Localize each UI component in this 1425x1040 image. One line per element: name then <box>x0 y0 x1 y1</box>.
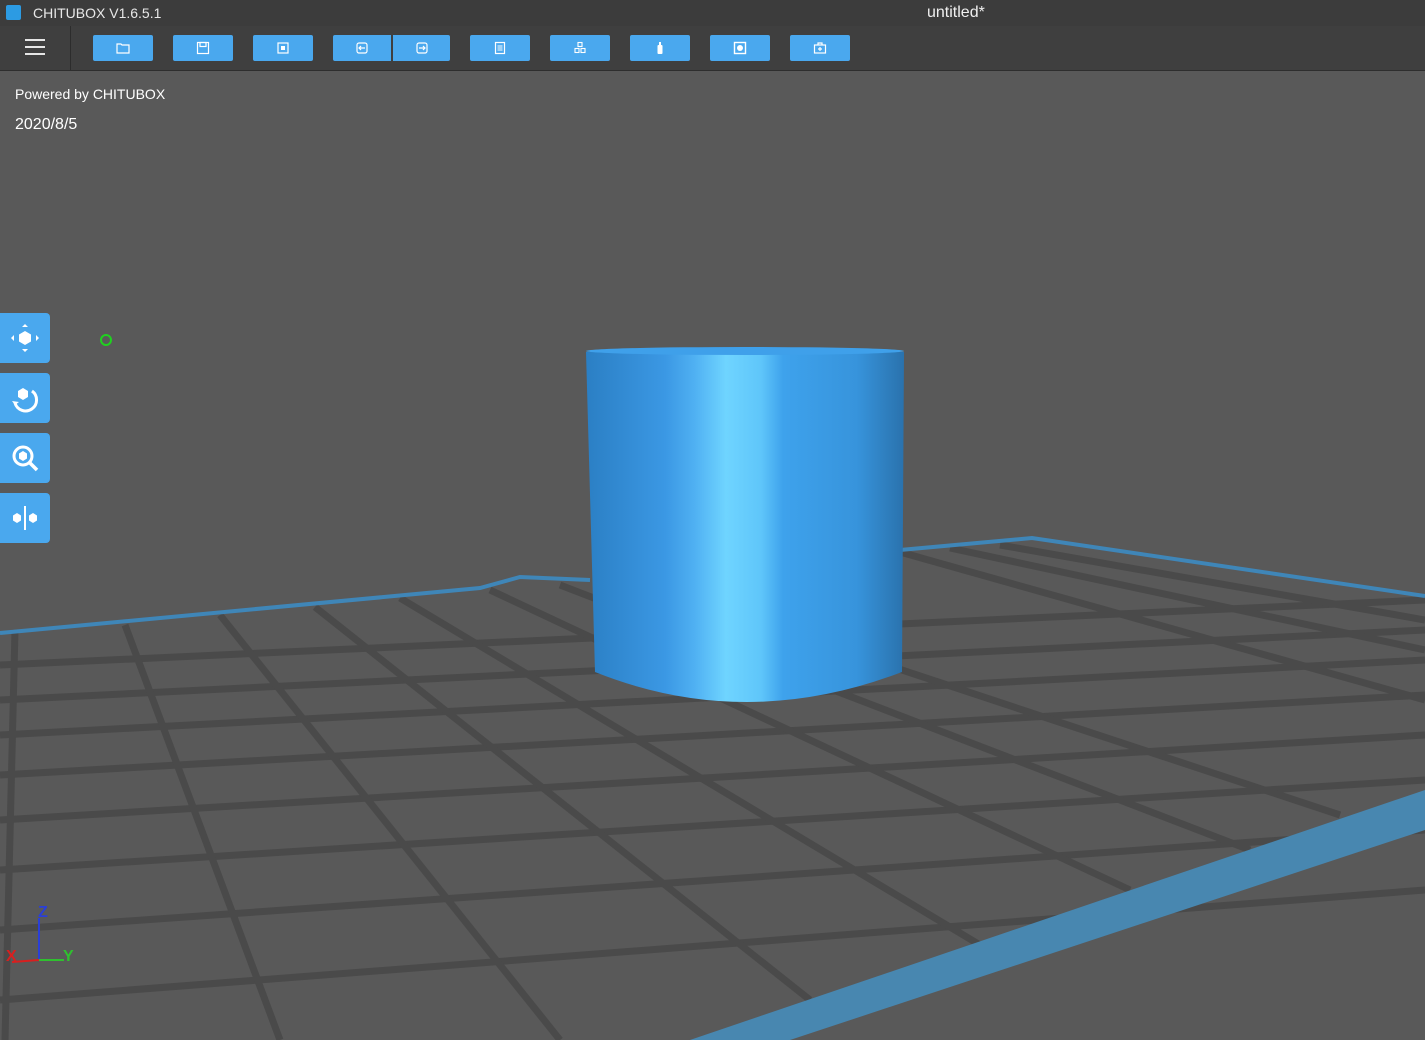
model-list-button[interactable] <box>470 35 530 61</box>
open-file-button[interactable] <box>93 35 153 61</box>
x-axis-label: X <box>6 948 17 965</box>
move-cube-icon <box>11 324 39 352</box>
y-axis-label: Y <box>63 948 74 965</box>
scale-tool-button[interactable] <box>0 433 50 483</box>
save-icon <box>196 41 210 55</box>
cubes-icon <box>574 41 586 54</box>
bottle-icon <box>657 42 663 54</box>
redo-button[interactable] <box>393 35 450 61</box>
zoom-cube-icon <box>12 445 39 472</box>
hollow-button[interactable] <box>710 35 770 61</box>
hollow-square-icon <box>733 41 747 55</box>
arrange-button[interactable] <box>550 35 610 61</box>
rotate-cube-icon <box>12 388 39 413</box>
cylinder-model <box>586 347 904 702</box>
date-label: 2020/8/5 <box>15 116 78 133</box>
hamburger-menu-icon[interactable] <box>0 26 71 70</box>
slice-button[interactable] <box>630 35 690 61</box>
3d-viewport[interactable] <box>0 71 1425 1040</box>
undo-button[interactable] <box>333 35 391 61</box>
document-title: untitled* <box>927 4 985 21</box>
screenshot-button[interactable] <box>253 35 313 61</box>
origin-marker-icon <box>100 334 112 346</box>
axis-indicator: Z Y X <box>0 900 90 980</box>
folder-icon <box>116 43 130 54</box>
title-bar: CHITUBOX V1.6.5.1 untitled* <box>0 0 1425 26</box>
rotate-tool-button[interactable] <box>0 373 50 423</box>
add-hole-button[interactable] <box>790 35 850 61</box>
mirror-tool-button[interactable] <box>0 493 50 543</box>
build-plate-scene <box>0 347 1425 1040</box>
toolbox-icon <box>813 42 827 54</box>
z-axis-label: Z <box>38 904 48 921</box>
arrow-left-icon <box>356 42 368 54</box>
arrow-right-icon <box>415 42 428 54</box>
mirror-cube-icon <box>13 506 37 530</box>
crop-frame-icon <box>277 42 289 54</box>
main-toolbar <box>0 26 1425 71</box>
powered-by-label: Powered by CHITUBOX <box>15 86 166 102</box>
move-tool-button[interactable] <box>0 313 50 363</box>
app-title: CHITUBOX V1.6.5.1 <box>33 5 162 21</box>
save-button[interactable] <box>173 35 233 61</box>
chitubox-logo-icon <box>6 5 21 20</box>
document-list-icon <box>494 41 506 55</box>
